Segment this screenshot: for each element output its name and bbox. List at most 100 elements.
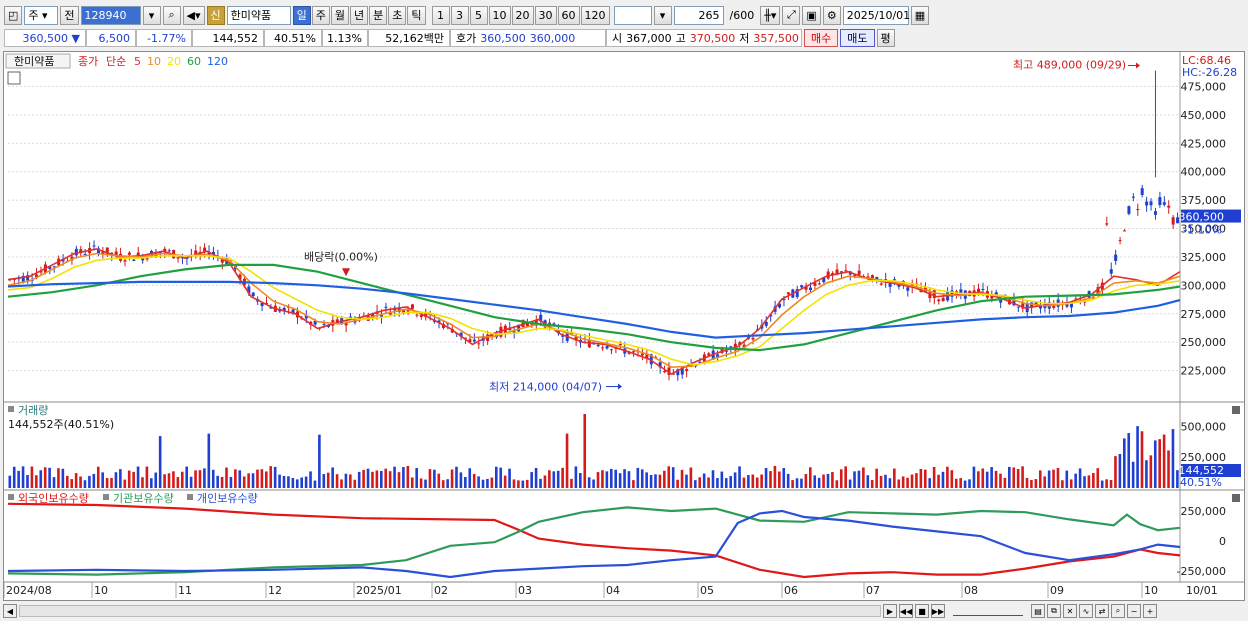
volume-bar: [835, 480, 839, 488]
holdings-legend-box: [8, 494, 14, 500]
volume-bar: [313, 480, 317, 488]
period-tab-0[interactable]: 일: [292, 5, 311, 25]
volume-bar: [17, 470, 20, 488]
window-icon[interactable]: ◰: [4, 5, 23, 25]
volume-bar: [539, 478, 542, 488]
current-date-label: 10/01: [1186, 584, 1218, 597]
volume-bar: [769, 471, 772, 488]
trend-icon[interactable]: ∿: [1079, 604, 1093, 618]
price-tick-label: 325,000: [1181, 251, 1227, 264]
interval-button-10[interactable]: 10: [488, 5, 511, 25]
period-tab-4[interactable]: 분: [369, 5, 388, 25]
interval-button-60[interactable]: 60: [557, 5, 580, 25]
volume-bar: [804, 473, 808, 488]
interval-button-3[interactable]: 3: [450, 5, 469, 25]
count-input[interactable]: 265: [673, 5, 724, 25]
period-tab-1[interactable]: 주: [311, 5, 330, 25]
ma-line-5: [7, 248, 1181, 375]
candle-body: [663, 371, 667, 373]
save-icon[interactable]: ▣: [802, 5, 821, 25]
volume-bar: [901, 476, 905, 488]
interval-button-30[interactable]: 30: [534, 5, 557, 25]
volume-bar: [340, 479, 343, 488]
period-tab-3[interactable]: 년: [350, 5, 369, 25]
zoom-out-icon[interactable]: −: [1127, 604, 1141, 618]
scroll-left-icon[interactable]: ◀: [3, 604, 17, 618]
volume-bar: [295, 479, 299, 488]
copy-icon[interactable]: ⧉: [1047, 604, 1061, 618]
volume-bar: [548, 470, 551, 488]
forward-icon[interactable]: ▶▶: [931, 604, 945, 618]
code-input[interactable]: 128940: [80, 5, 141, 25]
price-tick-label: 400,000: [1181, 166, 1227, 179]
period-tab-5[interactable]: 초: [388, 5, 407, 25]
interval-button-20[interactable]: 20: [511, 5, 534, 25]
date-input[interactable]: 2025/10/01: [842, 5, 910, 25]
compare-icon[interactable]: ⇄: [1095, 604, 1109, 618]
draw-tool-icon[interactable]: ⤢: [782, 5, 801, 25]
volume-bar: [402, 467, 405, 488]
volume-bar: [1069, 479, 1073, 488]
prev-button[interactable]: 전: [60, 5, 79, 25]
gear-icon[interactable]: ⚙: [822, 5, 841, 25]
volume-bar: [826, 473, 830, 488]
scrollbar-track[interactable]: [19, 605, 881, 617]
calendar-icon[interactable]: ▦: [910, 5, 930, 25]
volume-bar: [817, 477, 821, 488]
stop-icon[interactable]: ■: [915, 604, 929, 618]
interval-custom-input[interactable]: [613, 5, 652, 25]
volume-bar: [410, 477, 414, 488]
volume-bar: [680, 469, 684, 488]
price-tick-label: 450,000: [1181, 109, 1227, 122]
candle-icon[interactable]: ╫▾: [760, 5, 781, 25]
volume-bar: [127, 470, 131, 488]
volume-bar: [742, 477, 746, 488]
zoom-slider[interactable]: [953, 606, 1023, 616]
volume-bar: [65, 475, 69, 488]
volume-bar: [716, 478, 719, 488]
volume-bar: [229, 476, 233, 488]
volume-value-label: 144,552주(40.51%): [8, 418, 114, 431]
interval-button-5[interactable]: 5: [469, 5, 488, 25]
scroll-right-icon[interactable]: ▶: [883, 604, 897, 618]
volume-bar: [565, 433, 569, 488]
layout-icon[interactable]: ▤: [1031, 604, 1045, 618]
candle-body: [618, 343, 622, 346]
date-tick-label: 10: [94, 584, 108, 597]
interval-button-120[interactable]: 120: [580, 5, 610, 25]
search-icon[interactable]: ⌕: [162, 5, 181, 25]
volume-bar: [773, 465, 777, 488]
volume-bar: [185, 466, 189, 488]
volume-bar: [291, 477, 295, 488]
chart-area[interactable]: 475,000 450,000 425,000 400,000 375,000 350,0…: [3, 51, 1245, 601]
volume-bar: [1008, 466, 1011, 488]
avg-button[interactable]: 평: [876, 29, 895, 47]
volume-bar: [932, 466, 936, 488]
volume-bar: [1114, 456, 1117, 488]
volume-bar: [636, 467, 640, 488]
volume-bar: [234, 469, 237, 488]
speaker-icon[interactable]: ◀▾: [182, 5, 205, 25]
volume-bar: [919, 469, 923, 488]
code-dropdown-icon[interactable]: ▾: [142, 5, 161, 25]
volume-bar: [464, 476, 467, 488]
interval-dropdown-icon[interactable]: ▾: [653, 5, 672, 25]
stock-name-field[interactable]: 한미약품: [226, 5, 291, 25]
zoom-icon[interactable]: ⌕: [1111, 604, 1125, 618]
volume-bar: [990, 467, 993, 488]
period-tab-2[interactable]: 월: [330, 5, 350, 25]
rewind-icon[interactable]: ◀◀: [899, 604, 913, 618]
volume-bar: [1140, 431, 1144, 488]
period-tab-6[interactable]: 틱: [407, 5, 426, 25]
volume-bar: [862, 467, 865, 488]
volume-bar: [375, 470, 379, 488]
candle-body: [751, 337, 755, 340]
volume-bar: [1074, 473, 1077, 488]
crosshair-icon[interactable]: ✕: [1063, 604, 1077, 618]
market-select[interactable]: 주 ▾: [24, 5, 59, 25]
buy-button[interactable]: 매수: [804, 29, 839, 47]
sell-button[interactable]: 매도: [840, 29, 875, 47]
interval-button-1[interactable]: 1: [431, 5, 450, 25]
zoom-in-icon[interactable]: +: [1143, 604, 1157, 618]
volume-bar: [388, 471, 392, 488]
